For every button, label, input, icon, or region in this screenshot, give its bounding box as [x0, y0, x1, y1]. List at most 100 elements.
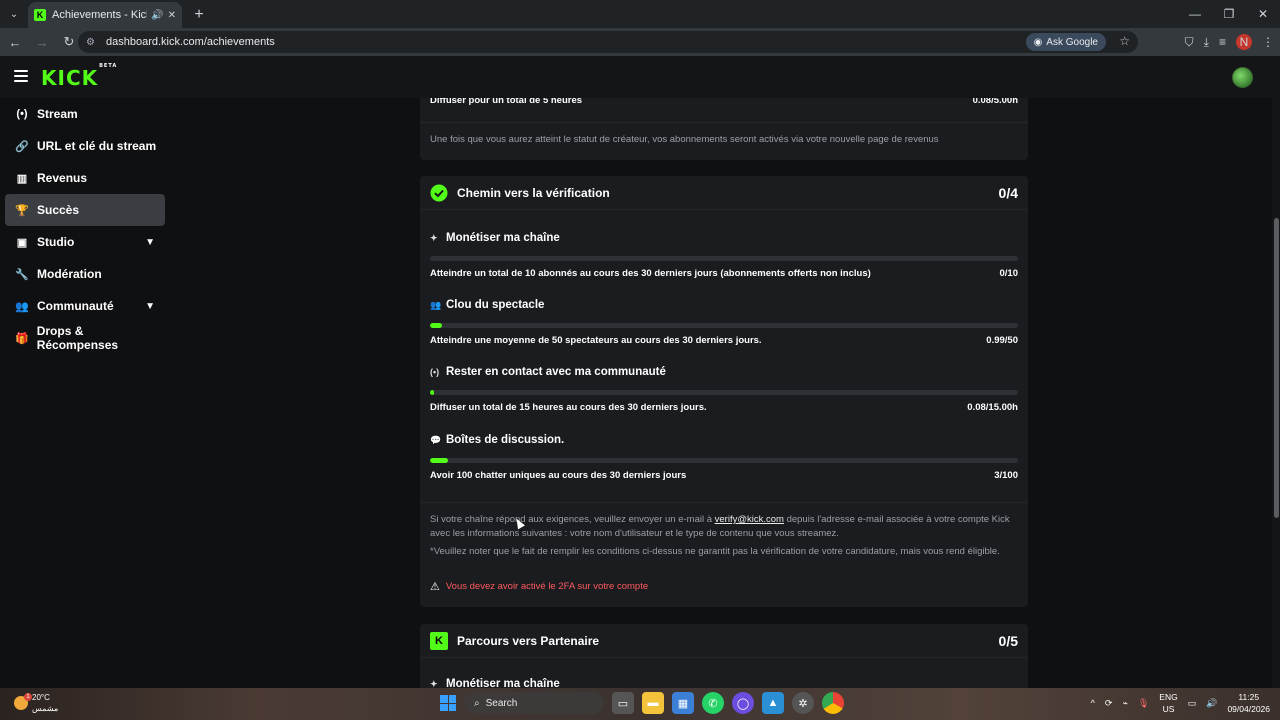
sidebar-item-studio[interactable]: ▣ Studio ▼ [5, 226, 165, 258]
chat-icon: 💬 [430, 434, 442, 445]
sync-icon[interactable]: ⟳ [1105, 698, 1113, 709]
taskbar-apps: ⌕ Search ▭ ▬ ▦ ✆ ◯ ▲ ✲ [440, 692, 844, 714]
speaker-icon[interactable]: 🔊 [151, 10, 163, 21]
profile-avatar[interactable]: N [1236, 34, 1252, 50]
taskbar-search[interactable]: ⌕ Search [464, 692, 604, 714]
progress-bar [430, 323, 1018, 328]
scrollbar-thumb[interactable] [1274, 218, 1279, 518]
progress-bar [430, 458, 1018, 463]
creator-note: Une fois que vous aurez atteint le statu… [430, 134, 939, 145]
card-count: 0/5 [998, 632, 1018, 649]
volume-icon[interactable]: 🔊 [1206, 698, 1217, 709]
chrome-icon[interactable] [822, 692, 844, 714]
sidebar: (•) Stream 🔗 URL et clé du stream ▥ Reve… [0, 98, 172, 688]
address-bar[interactable]: ⚙ dashboard.kick.com/achievements ◉ Ask … [78, 31, 1138, 53]
lens-icon: ◉ [1033, 36, 1043, 48]
wifi-icon[interactable]: ▭ [1188, 698, 1197, 709]
gear-app-icon[interactable]: ✲ [792, 692, 814, 714]
dashboard-page: KICKBETA (•) Stream 🔗 URL et clé du stre… [0, 56, 1280, 688]
sidebar-item-drops[interactable]: 🎁 Drops & Récompenses [5, 322, 165, 354]
sidebar-item-community[interactable]: 👥 Communauté ▼ [5, 290, 165, 322]
progress-fill [430, 323, 442, 328]
sparkle-icon: ✦ [430, 232, 438, 243]
tab-close-icon[interactable]: ✕ [168, 10, 176, 21]
clock[interactable]: 11:25 09/04/2026 [1227, 691, 1270, 715]
browser-tab[interactable]: K Achievements - Kick Dashb 🔊 ✕ [28, 2, 182, 28]
verify-email-link[interactable]: verify@kick.com [715, 514, 784, 525]
language-indicator[interactable]: ENG US [1159, 691, 1177, 715]
viewers-icon: 👥 [430, 299, 442, 310]
sparkle-icon: ✦ [430, 678, 438, 689]
sun-icon: 1 [14, 693, 32, 710]
app-ring-icon[interactable]: ◯ [732, 692, 754, 714]
chart-icon: ▥ [16, 172, 28, 185]
windows-start-icon[interactable] [440, 695, 456, 711]
reading-list-icon[interactable]: ≡ [1219, 35, 1226, 49]
weather-widget[interactable]: 1 20°C مشمس [14, 692, 58, 714]
top-bar: KICKBETA [0, 56, 1280, 98]
card-title: Parcours vers Partenaire [457, 633, 600, 648]
minimize-icon[interactable]: — [1178, 0, 1212, 28]
scrollbar[interactable] [1272, 98, 1280, 688]
sidebar-item-revenue[interactable]: ▥ Revenus [5, 162, 165, 194]
sidebar-item-label: URL et clé du stream [37, 139, 157, 153]
broadcast-icon: (•) [16, 108, 28, 120]
sidebar-item-moderation[interactable]: 🔧 Modération [5, 258, 165, 290]
sidebar-item-label: Studio [37, 235, 75, 249]
tray-chevron-icon[interactable]: ^ [1091, 698, 1095, 708]
extension-icon[interactable]: ⛉ [1185, 35, 1194, 50]
task-view-icon[interactable]: ▭ [612, 692, 634, 714]
site-info-icon[interactable]: ⚙ [86, 37, 100, 48]
sidebar-item-label: Modération [37, 267, 102, 281]
browser-tab-bar: ⌄ K Achievements - Kick Dashb 🔊 ✕ + — ❐ … [0, 0, 1280, 28]
forward-icon[interactable]: → [30, 30, 54, 54]
network-off-icon[interactable]: ⌁ [1122, 698, 1127, 709]
kick-favicon-icon: K [34, 9, 46, 21]
user-avatar[interactable] [1232, 67, 1253, 88]
close-window-icon[interactable]: ✕ [1246, 0, 1280, 28]
card-title: Chemin vers la vérification [457, 185, 610, 200]
menu-kebab-icon[interactable]: ⋮ [1262, 35, 1274, 49]
sidebar-item-label: Stream [37, 107, 78, 121]
ask-google-button[interactable]: ◉ Ask Google [1025, 33, 1106, 51]
kick-badge-icon: K [430, 631, 448, 650]
hamburger-menu-icon[interactable] [14, 70, 28, 82]
verification-disclaimer: *Veuillez noter que le fait de remplir l… [430, 546, 1000, 557]
tab-search-button[interactable]: ⌄ [4, 4, 24, 24]
verification-card: Chemin vers la vérification 0/4 ✦ Monétis… [420, 176, 1028, 607]
new-tab-button[interactable]: + [188, 4, 210, 26]
photos-icon[interactable]: ▲ [762, 692, 784, 714]
link-icon: 🔗 [15, 140, 29, 153]
window-controls: — ❐ ✕ [1178, 0, 1280, 28]
browser-toolbar: ← → ↻ ⚙ dashboard.kick.com/achievements … [0, 28, 1280, 56]
goal-chatters: 💬 Boîtes de discussion. Avoir 100 chatter… [430, 434, 1018, 481]
people-icon: 👥 [15, 300, 29, 313]
bookmark-star-icon[interactable]: ☆ [1119, 34, 1130, 48]
ask-google-label: Ask Google [1046, 36, 1098, 48]
taskbar: 1 20°C مشمس ⌕ Search ▭ ▬ ▦ ✆ ◯ ▲ ✲ ^ ⟳ ⌁ 🎙… [0, 688, 1280, 720]
sidebar-item-label: Revenus [37, 171, 88, 185]
download-icon[interactable]: ⤓ [1204, 35, 1209, 50]
sidebar-item-achievements[interactable]: 🏆 Succès [5, 194, 165, 226]
back-icon[interactable]: ← [3, 30, 27, 54]
progress-bar [430, 390, 1018, 395]
restore-icon[interactable]: ❐ [1212, 0, 1246, 28]
sidebar-item-stream-key[interactable]: 🔗 URL et clé du stream [5, 130, 165, 162]
file-explorer-icon[interactable]: ▬ [642, 692, 664, 714]
whatsapp-icon[interactable]: ✆ [702, 692, 724, 714]
card-count: 0/4 [998, 184, 1018, 201]
sidebar-item-label: Drops & Récompenses [36, 324, 119, 352]
kick-logo[interactable]: KICKBETA [41, 63, 117, 90]
progress-fill [430, 390, 434, 395]
url-text: dashboard.kick.com/achievements [106, 36, 275, 48]
system-tray: ^ ⟳ ⌁ 🎙 ENG US ▭ 🔊 11:25 09/04/2026 [1091, 691, 1270, 715]
sidebar-item-stream[interactable]: (•) Stream [5, 98, 165, 130]
progress-bar [430, 256, 1018, 261]
goal-monetize: ✦ Monétiser ma chaîne Atteindre un total … [430, 232, 1018, 279]
progress-fill [430, 458, 448, 463]
mic-icon[interactable]: 🎙 [1138, 698, 1149, 709]
warning-icon: ⚠ [430, 581, 440, 593]
goal-viewers: 👥 Clou du spectacle Atteindre une moyenne… [430, 299, 1018, 346]
chevron-down-icon: ▼ [145, 236, 155, 248]
store-icon[interactable]: ▦ [672, 692, 694, 714]
